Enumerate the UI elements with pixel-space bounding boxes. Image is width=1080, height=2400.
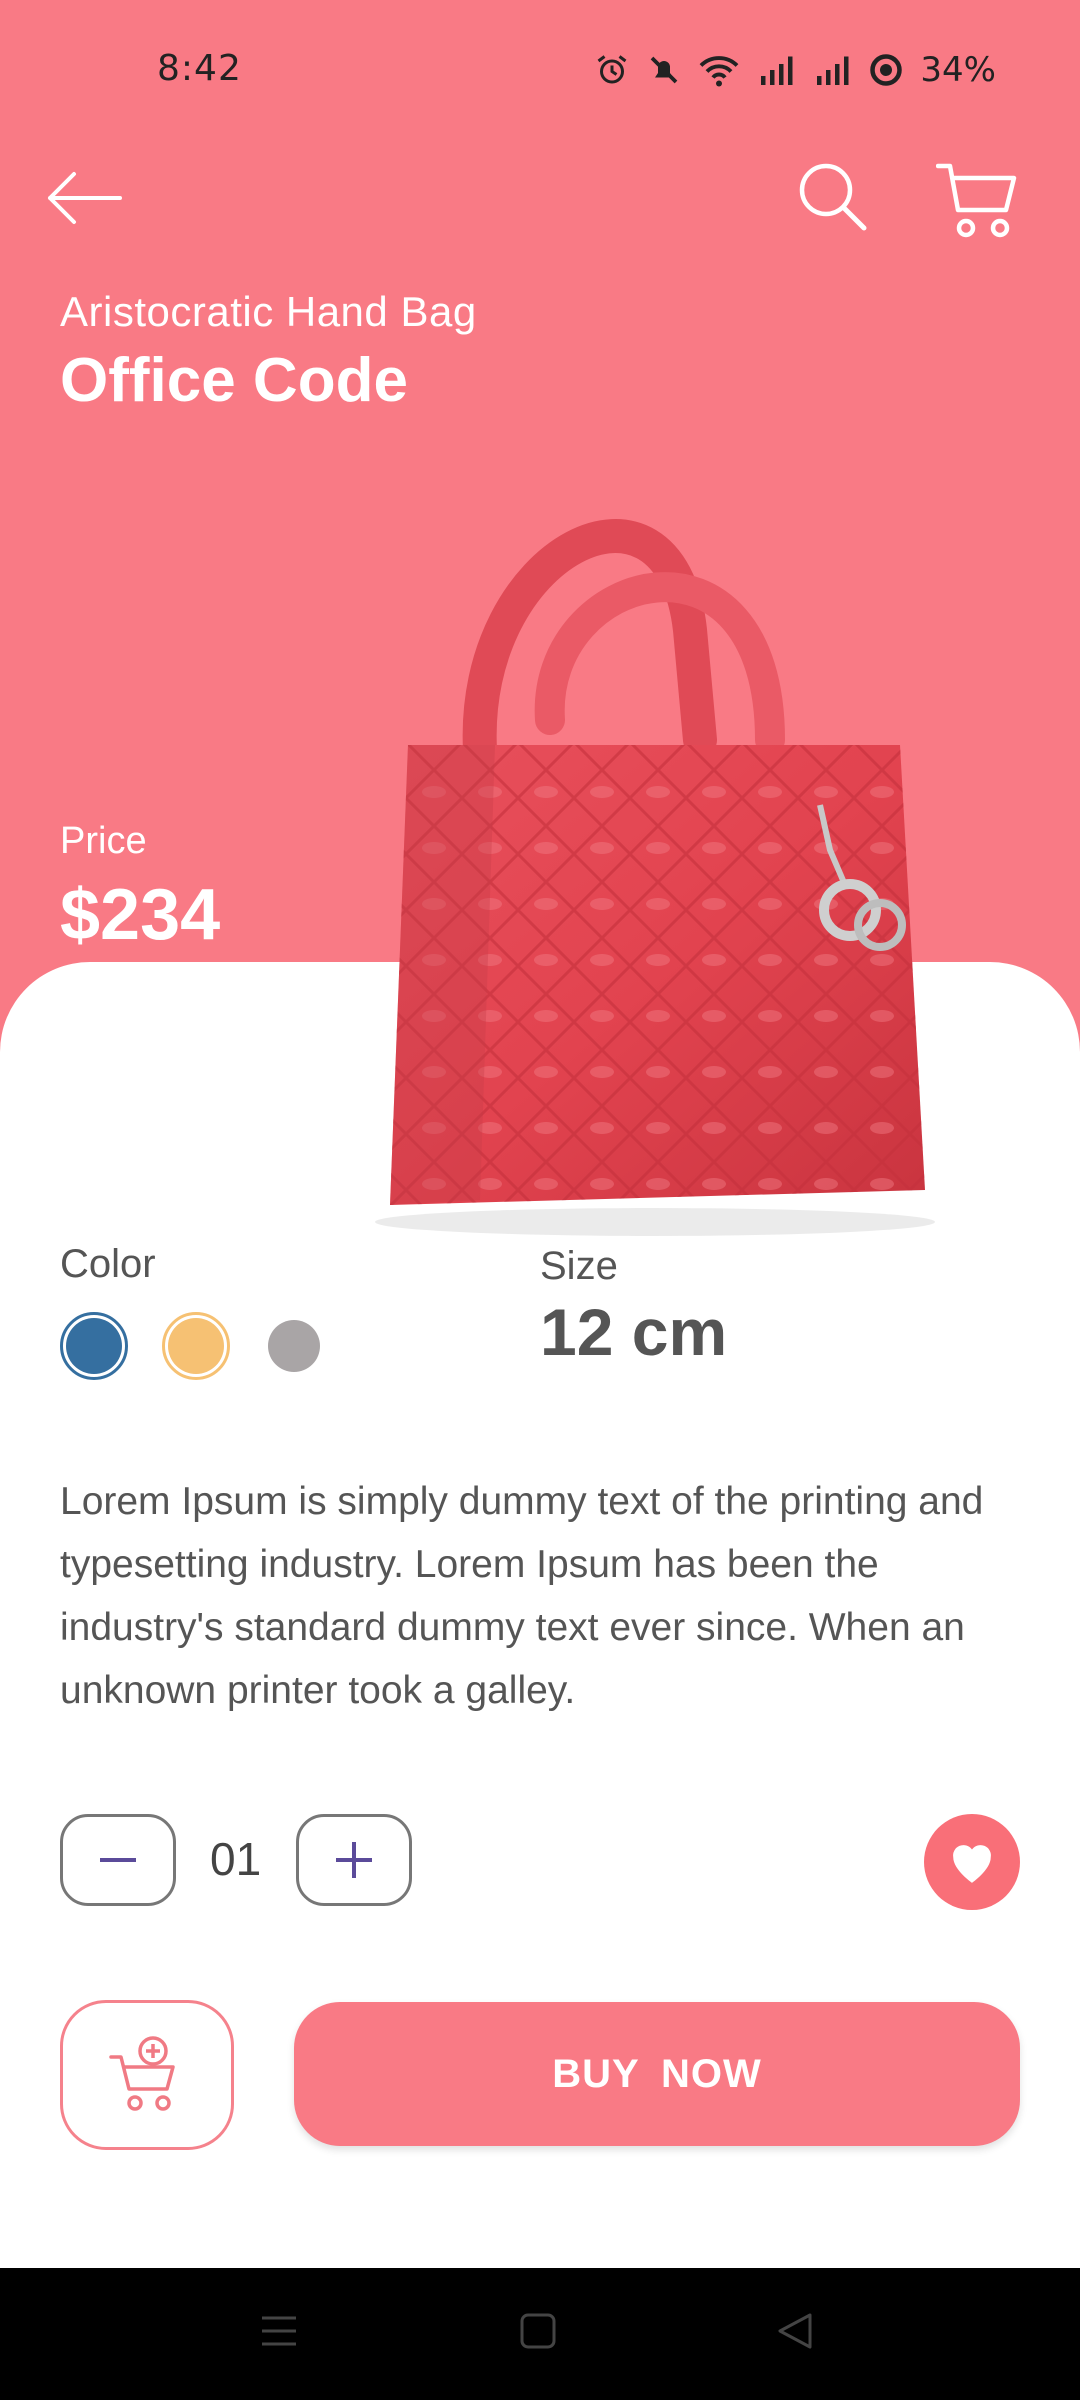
battery-ring-icon	[870, 54, 903, 86]
color-swatch-grey[interactable]	[268, 1320, 320, 1372]
back-nav-icon[interactable]	[776, 2312, 814, 2350]
favorite-button[interactable]	[924, 1814, 1020, 1910]
product-subtitle: Aristocratic Hand Bag	[60, 288, 477, 335]
price-label: Price	[60, 820, 147, 862]
handbag-image-icon	[375, 519, 935, 1236]
color-swatch-blue[interactable]	[60, 1312, 128, 1380]
swatch-dot	[66, 1318, 122, 1374]
back-button[interactable]	[44, 168, 124, 233]
search-button[interactable]	[796, 160, 870, 239]
search-icon	[799, 163, 867, 231]
minus-icon	[100, 1858, 136, 1862]
cart-icon	[935, 163, 1017, 238]
product-title: Office Code	[60, 346, 408, 415]
color-label: Color	[60, 1242, 156, 1286]
size-value: 12 cm	[540, 1295, 728, 1369]
product-image	[350, 490, 950, 1240]
system-nav-bar	[0, 2268, 1080, 2400]
menu-icon[interactable]	[260, 2312, 298, 2350]
color-swatches	[60, 1312, 320, 1380]
product-description: Lorem Ipsum is simply dummy text of the …	[60, 1480, 984, 1712]
alarm-icon	[598, 55, 627, 84]
status-time: 8:42	[157, 48, 242, 89]
quantity-value: 01	[210, 1833, 262, 1885]
decrease-quantity-button[interactable]	[60, 1814, 176, 1906]
home-icon[interactable]	[519, 2312, 557, 2350]
battery-level: 34%	[920, 50, 996, 90]
size-label: Size	[540, 1244, 618, 1288]
buy-now-button[interactable]: BUY NOW	[294, 2002, 1020, 2146]
cart-add-icon	[109, 2036, 175, 2111]
increase-quantity-button[interactable]	[296, 1814, 412, 1906]
price-value: $234	[60, 875, 221, 955]
plus-icon	[336, 1842, 372, 1878]
wifi-icon	[700, 56, 739, 87]
swatch-dot	[168, 1318, 224, 1374]
add-to-cart-button[interactable]	[60, 2000, 234, 2150]
signal-icon	[761, 56, 793, 85]
heart-icon	[953, 1845, 991, 1883]
status-icons: 34%	[594, 48, 996, 92]
signal-icon-2	[817, 56, 849, 85]
arrow-left-icon	[48, 172, 122, 224]
mute-bell-icon	[651, 56, 678, 84]
cart-button[interactable]	[935, 160, 1018, 245]
color-swatch-yellow[interactable]	[162, 1312, 230, 1380]
